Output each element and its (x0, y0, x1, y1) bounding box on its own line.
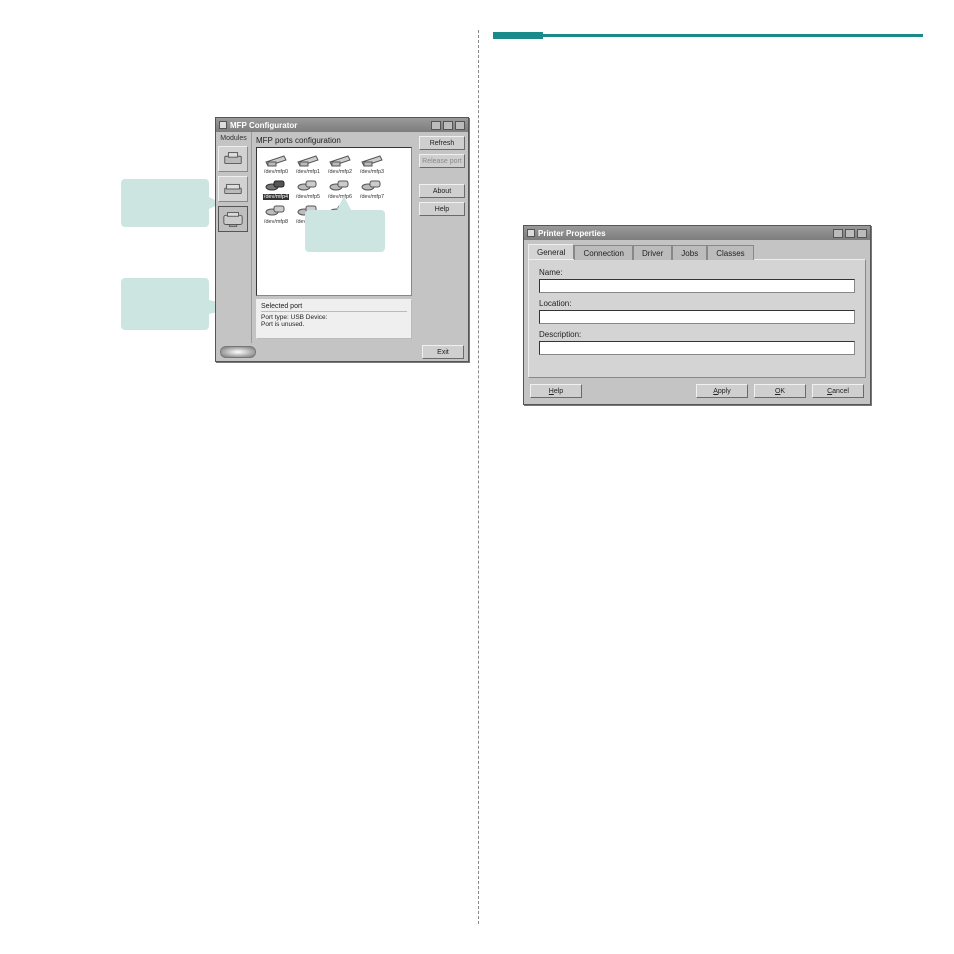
location-label: Location: (539, 299, 855, 308)
section-rule (493, 34, 923, 37)
tab-classes[interactable]: Classes (707, 245, 753, 260)
selected-port-line1: Port type: USB Device: (261, 314, 407, 321)
help-button[interactable]: Help (419, 202, 465, 216)
maximize-icon[interactable] (443, 121, 453, 130)
close-icon[interactable] (455, 121, 465, 130)
minimize-icon[interactable] (833, 229, 843, 238)
tabs: General Connection Driver Jobs Classes (528, 244, 866, 259)
selected-port-line2: Port is unused. (261, 321, 407, 328)
tab-driver[interactable]: Driver (633, 245, 672, 260)
port-item[interactable]: /dev/mfp7 (357, 177, 387, 200)
callout-port-highlight (305, 210, 385, 252)
refresh-button[interactable]: Refresh (419, 136, 465, 150)
name-field[interactable] (539, 279, 855, 293)
selected-port-heading: Selected port (261, 303, 407, 312)
port-item[interactable]: /dev/mfp0 (261, 152, 291, 175)
mfp-titlebar[interactable]: MFP Configurator (216, 118, 468, 132)
module-mfp-ports[interactable] (218, 206, 248, 232)
apply-button[interactable]: Apply (696, 384, 748, 398)
callout-selected-port (121, 278, 209, 330)
mfp-title: MFP Configurator (230, 121, 428, 130)
port-item-selected[interactable]: /dev/mfp4 (261, 177, 291, 200)
port-item[interactable]: /dev/mfp8 (261, 202, 291, 225)
location-field[interactable] (539, 310, 855, 324)
port-item[interactable]: /dev/mfp1 (293, 152, 323, 175)
prop-titlebar[interactable]: Printer Properties (524, 226, 870, 240)
tab-connection[interactable]: Connection (574, 245, 632, 260)
maximize-icon[interactable] (845, 229, 855, 238)
ok-button[interactable]: OK (754, 384, 806, 398)
app-menu-icon[interactable] (527, 229, 535, 237)
minimize-icon[interactable] (431, 121, 441, 130)
close-icon[interactable] (857, 229, 867, 238)
module-scanners[interactable] (218, 176, 248, 202)
ports-heading: MFP ports configuration (256, 136, 412, 145)
tab-jobs[interactable]: Jobs (672, 245, 707, 260)
about-button[interactable]: About (419, 184, 465, 198)
cancel-button[interactable]: Cancel (812, 384, 864, 398)
column-divider (478, 30, 479, 924)
help-button[interactable]: Help (530, 384, 582, 398)
exit-button[interactable]: Exit (422, 345, 464, 359)
tab-general[interactable]: General (528, 244, 574, 259)
module-switcher: Modules (216, 132, 252, 343)
module-printers[interactable] (218, 146, 248, 172)
release-port-button[interactable]: Release port (419, 154, 465, 168)
callout-module-switch (121, 179, 209, 227)
port-item[interactable]: /dev/mfp5 (293, 177, 323, 200)
general-tab-panel: Name: Location: Description: (528, 259, 866, 378)
printer-properties-window: Printer Properties General Connection Dr… (523, 225, 871, 405)
samsung-logo (220, 346, 256, 358)
port-item[interactable]: /dev/mfp2 (325, 152, 355, 175)
prop-title: Printer Properties (538, 229, 830, 238)
selected-port-panel: Selected port Port type: USB Device: Por… (256, 299, 412, 339)
port-item[interactable]: /dev/mfp3 (357, 152, 387, 175)
modules-label: Modules (218, 135, 249, 142)
description-field[interactable] (539, 341, 855, 355)
app-menu-icon[interactable] (219, 121, 227, 129)
name-label: Name: (539, 268, 855, 277)
description-label: Description: (539, 330, 855, 339)
